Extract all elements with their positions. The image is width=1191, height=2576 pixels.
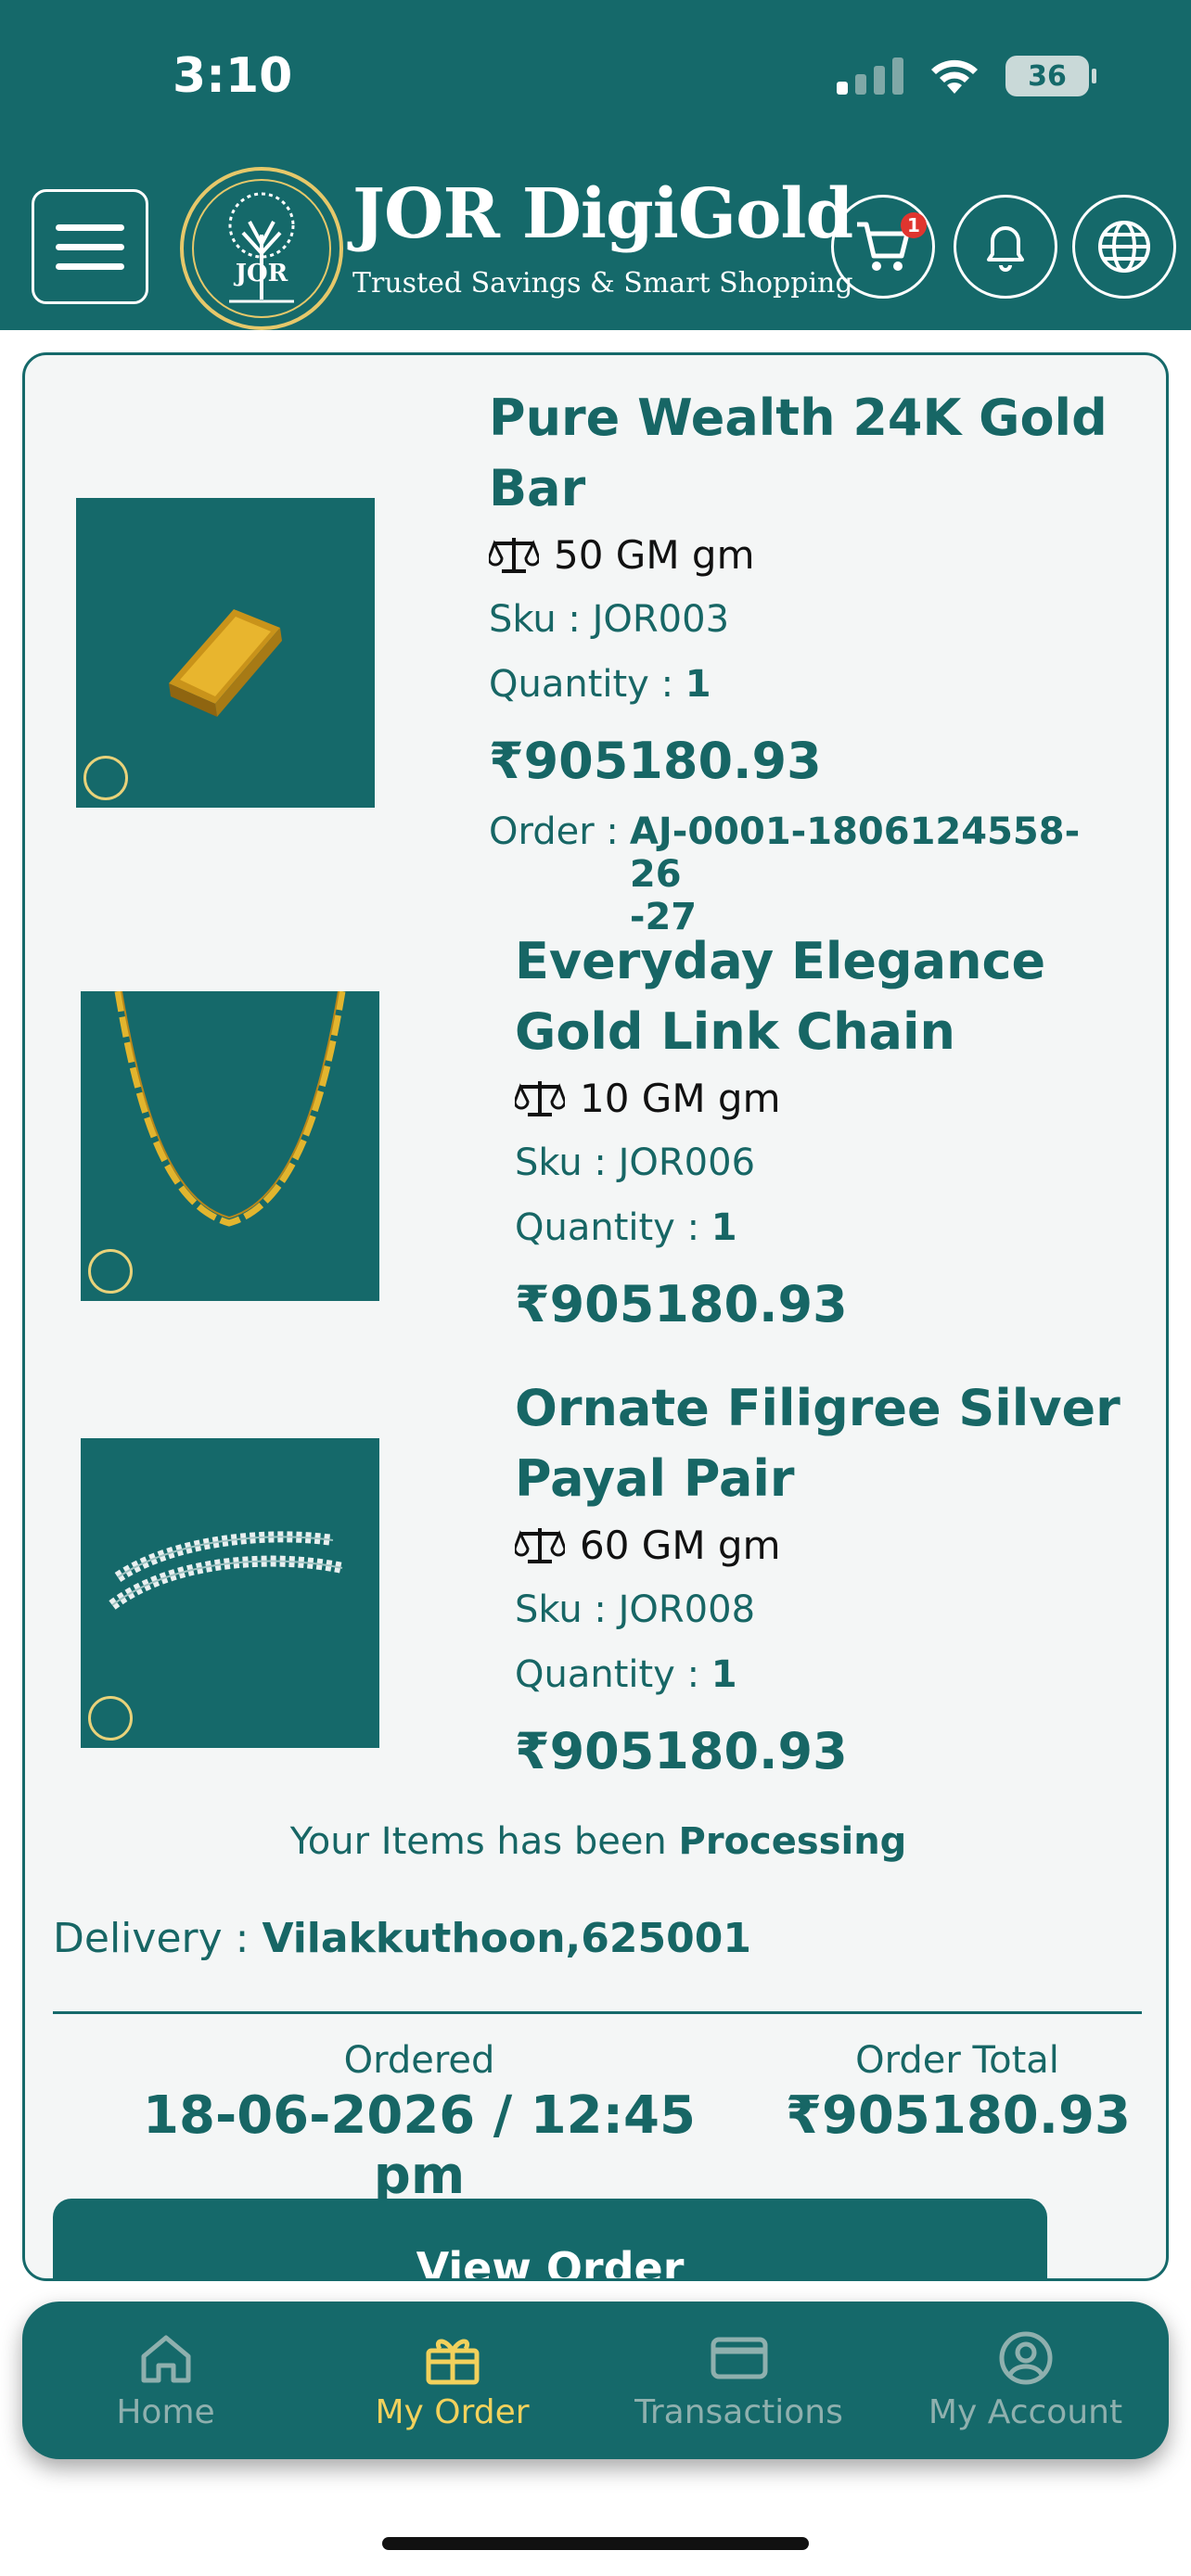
quantity-label: Quantity : (515, 1206, 711, 1249)
item-title: Payal Pair (515, 1449, 795, 1508)
menu-icon-line (56, 243, 124, 250)
sku-value: JOR006 (618, 1141, 756, 1184)
product-image-silver-payal (81, 1438, 379, 1748)
signal-icon (837, 57, 903, 95)
order-total-value: ₹905180.93 (786, 2085, 1131, 2146)
status-prefix: Your Items has been (289, 1820, 679, 1863)
item-weight: 10 GM gm (515, 1069, 1045, 1127)
nav-home-label: Home (116, 2392, 215, 2431)
sku-label: Sku : (489, 598, 593, 641)
nav-transactions-label: Transactions (634, 2392, 843, 2431)
item-price: ₹905180.93 (489, 732, 822, 790)
brand-name: JOR DigiGold (352, 174, 853, 254)
app-header: 3:10 36 JOR JOR DigiGold Trusted Savings… (0, 0, 1191, 330)
nav-my-account-label: My Account (928, 2392, 1123, 2431)
home-icon (141, 2335, 190, 2382)
item-price: ₹905180.93 (515, 1722, 848, 1780)
status-time: 3:10 (173, 48, 293, 104)
product-image-gold-chain (81, 991, 379, 1301)
weight-value: 10 GM gm (580, 1075, 781, 1121)
order-number-value: AJ-0001-1806124558-26 (629, 810, 1081, 896)
item-weight: 60 GM gm (515, 1516, 1121, 1574)
sku-value: JOR003 (592, 598, 730, 641)
item-quantity: Quantity : 1 (515, 1206, 1045, 1262)
weight-value: 50 GM gm (554, 531, 755, 578)
svg-text:JOR: JOR (234, 260, 288, 287)
bell-icon (987, 226, 1024, 272)
bottom-nav: Home My Order Transactions My Account (22, 2302, 1169, 2459)
sku-value: JOR008 (618, 1588, 756, 1631)
battery-indicator: 36 (1005, 56, 1096, 96)
order-number: Order : AJ-0001-1806124558-26 -27 (489, 810, 1112, 938)
ordered-value: 18-06-2026 / 12:45 pm (143, 2085, 696, 2206)
item-title: Ornate Filigree Silver (515, 1379, 1121, 1437)
weight-value: 60 GM gm (580, 1522, 781, 1568)
item-quantity: Quantity : 1 (489, 663, 1112, 719)
order-total-label: Order Total (855, 2039, 1059, 2082)
delivery-label: Delivery : (53, 1915, 263, 1962)
delivery-address: Delivery : Vilakkuthoon,625001 (53, 1915, 751, 1962)
cart-count-badge: 1 (901, 212, 927, 238)
cart-button[interactable]: 1 (831, 195, 935, 299)
brand-tagline: Trusted Savings & Smart Shopping (352, 267, 853, 300)
brand-logo: JOR (180, 167, 343, 330)
item-info: Ornate Filigree Silver Payal Pair 60 GM … (515, 1373, 1121, 1780)
quantity-label: Quantity : (515, 1653, 711, 1696)
view-order-button[interactable]: View Order (53, 2199, 1047, 2278)
quantity-value: 1 (685, 663, 711, 706)
scale-icon (515, 1081, 565, 1116)
order-status: Your Items has been Processing (25, 1820, 1166, 1863)
item-sku: Sku : JOR003 (489, 598, 1112, 654)
item-info: Pure Wealth 24K Gold Bar 50 GM gm Sku : … (489, 383, 1112, 938)
nav-transactions[interactable]: Transactions (605, 2330, 874, 2431)
notifications-button[interactable] (954, 195, 1057, 299)
item-quantity: Quantity : 1 (515, 1653, 1121, 1709)
sku-label: Sku : (515, 1588, 619, 1631)
delivery-value: Vilakkuthoon,625001 (262, 1915, 751, 1962)
nav-my-order-label: My Order (375, 2392, 530, 2431)
quantity-value: 1 (711, 1653, 737, 1696)
item-sku: Sku : JOR008 (515, 1588, 1121, 1644)
order-total: Order Total ₹905180.93 (786, 2039, 1131, 2146)
item-price: ₹905180.93 (515, 1275, 848, 1333)
card-icon (711, 2337, 767, 2378)
menu-icon-line (56, 262, 124, 270)
nav-home[interactable]: Home (32, 2330, 301, 2431)
order-number-label: Order : (489, 810, 619, 853)
gift-icon (426, 2339, 479, 2384)
item-title: Everyday Elegance (515, 932, 1046, 990)
account-icon (999, 2331, 1052, 2384)
scale-icon (489, 538, 539, 573)
language-button[interactable] (1072, 195, 1176, 299)
wifi-icon (931, 59, 978, 94)
status-icons: 36 (837, 56, 1096, 96)
brand-seal-icon (88, 1696, 133, 1741)
item-sku: Sku : JOR006 (515, 1141, 1045, 1197)
brand-seal-icon (88, 1249, 133, 1294)
quantity-value: 1 (711, 1206, 737, 1249)
item-weight: 50 GM gm (489, 526, 1112, 583)
menu-button[interactable] (32, 189, 148, 304)
ordered-date: Ordered 18-06-2026 / 12:45 pm (99, 2039, 739, 2206)
nav-my-account[interactable]: My Account (891, 2330, 1160, 2431)
status-value: Processing (678, 1820, 907, 1863)
quantity-label: Quantity : (489, 663, 685, 706)
ordered-label: Ordered (343, 2039, 495, 2082)
item-title: Gold Link Chain (515, 1002, 955, 1061)
product-image-gold-bar (76, 498, 375, 808)
home-indicator[interactable] (382, 2537, 809, 2550)
scale-icon (515, 1528, 565, 1563)
divider (53, 2011, 1142, 2014)
sku-label: Sku : (515, 1141, 619, 1184)
nav-my-order[interactable]: My Order (318, 2330, 587, 2431)
item-title: Pure Wealth 24K Gold (489, 389, 1108, 447)
menu-icon-line (56, 223, 124, 231)
tree-logo-icon: JOR (192, 179, 331, 318)
item-title: Bar (489, 459, 586, 517)
item-info: Everyday Elegance Gold Link Chain 10 GM … (515, 926, 1045, 1333)
brand-seal-icon (83, 756, 128, 800)
globe-icon (1098, 221, 1150, 273)
order-card: Pure Wealth 24K Gold Bar 50 GM gm Sku : … (22, 352, 1169, 2281)
